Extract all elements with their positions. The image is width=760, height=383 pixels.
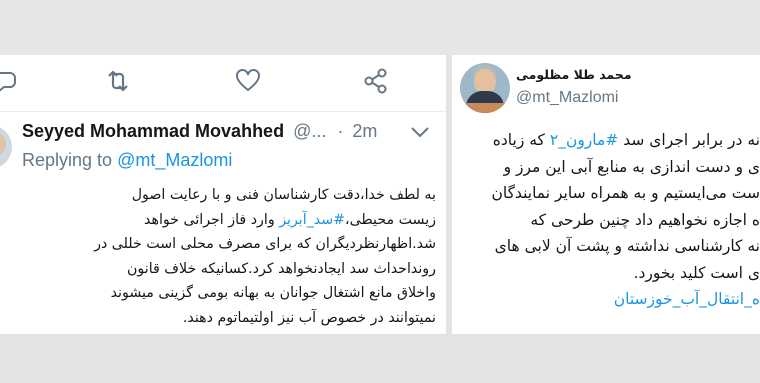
text-segment: که زیاده	[492, 131, 550, 149]
retweet-icon[interactable]	[104, 67, 132, 95]
chevron-down-icon[interactable]	[408, 125, 432, 139]
tweet-text: به لطف خدا،دقت کارشناسان فنی و با رعایت …	[10, 183, 436, 330]
text-segment: نه در برابر اجرای سد	[618, 131, 760, 149]
tweet-text-line: واخلاق مانع اشتغال جوانان به بهانه بومی …	[110, 285, 436, 301]
author-handle[interactable]: @mt_Mazlomi	[516, 89, 618, 107]
replying-to-line: Replying to @mt_Mazlomi	[22, 150, 232, 171]
like-icon[interactable]	[234, 67, 262, 95]
bottom-background	[0, 334, 760, 383]
reply-tweet-card[interactable]: Seyyed Mohammad Movahhed @... · 2m Reply…	[0, 55, 446, 334]
author-name[interactable]: محمد طلا مظلومی	[516, 67, 632, 82]
mention-link[interactable]: @mt_Mazlomi	[117, 150, 232, 170]
separator-dot: ·	[337, 121, 344, 141]
tweet-text: نه در برابر اجرای سد #مارون_۲ که زیاده ی…	[452, 127, 760, 313]
tweet-text-line: ه اجازه نخواهیم داد چنین طرحی که	[530, 210, 760, 229]
tweet-text-line: رونداحداث سد ایجادنخواهد کرد.کسانیکه خلا…	[127, 260, 436, 277]
original-tweet-card[interactable]: محمد طلا مظلومی @mt_Mazlomi نه در برابر …	[452, 55, 760, 334]
tweet-text-line: نمیتوانند در خصوص آب نیز اولتیماتوم دهند…	[182, 309, 436, 326]
share-icon[interactable]	[362, 67, 390, 95]
tweet-text-line: ی است کلید بخورد.	[633, 263, 760, 282]
tweet-text-line: شد.اظهارنظردیگران که برای مصرف محلی است …	[94, 236, 436, 252]
hashtag-link[interactable]: #سد_آبریز	[279, 212, 345, 228]
tweet-text-line: نه در برابر اجرای سد #مارون_۲ که زیاده	[452, 127, 760, 154]
tweet-text-line: به لطف خدا،دقت کارشناسان فنی و با رعایت …	[131, 187, 436, 203]
top-background	[0, 0, 760, 55]
tweet-text-line: ی و دست اندازی به منابع آبی این مرز و	[503, 157, 760, 176]
author-handle[interactable]: @...	[293, 121, 326, 141]
hashtag-link[interactable]: ه_انتقال_آب_خوزستان	[614, 290, 760, 308]
text-segment: زیست محیطی،	[345, 211, 436, 228]
author-name[interactable]: Seyyed Mohammad Movahhed	[22, 121, 284, 141]
avatar[interactable]	[0, 125, 12, 169]
divider	[0, 111, 446, 112]
tweet-text-line: ه_انتقال_آب_خوزستان	[452, 286, 760, 313]
replying-to-label: Replying to	[22, 150, 113, 170]
avatar[interactable]	[460, 63, 510, 113]
tweet-text-line: زیست محیطی،#سد_آبریز وارد فاز اجرائی خوا…	[10, 208, 436, 233]
tweet-text-line: ست می‌ایستیم و به همراه سایر نمایندگان	[491, 184, 760, 202]
tweet-action-bar	[0, 55, 446, 107]
tweet-timestamp[interactable]: 2m	[352, 121, 377, 141]
hashtag-link[interactable]: #مارون_۲	[550, 131, 618, 149]
reply-icon[interactable]	[0, 67, 18, 95]
text-segment: وارد فاز اجرائی خواهد	[144, 211, 280, 228]
tweet-author-line: Seyyed Mohammad Movahhed @... · 2m	[22, 121, 377, 143]
tweet-text-line: نه کارشناسی نداشته و پشت آن لابی های	[494, 237, 760, 255]
